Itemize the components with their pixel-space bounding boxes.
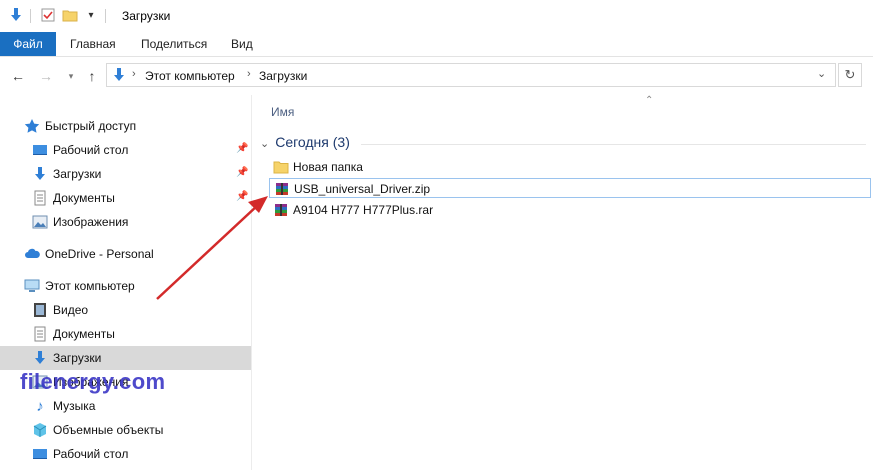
watermark-text: filenergy.com [20,369,166,394]
annotation-arrow [156,196,268,300]
